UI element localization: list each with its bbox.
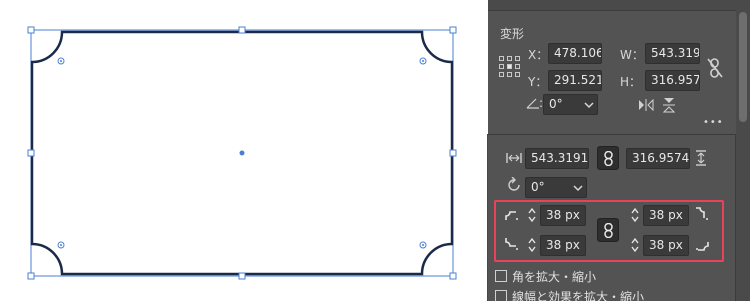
handle-mr [449, 149, 457, 157]
x-label: X： [528, 48, 549, 62]
height-icon [696, 150, 706, 166]
link-dimensions-button[interactable] [597, 146, 619, 170]
unlink-icon[interactable] [707, 57, 723, 79]
link-icon [604, 151, 613, 166]
section-title: 変形 [500, 27, 525, 41]
handle-br [449, 272, 457, 280]
link-icon [604, 223, 613, 238]
y-field[interactable]: 291.521 [548, 70, 602, 91]
shape-properties-popup: 543.3191 316.9574 0° 38 px 38 px 38 px 3… [488, 134, 736, 301]
width-icon [506, 153, 522, 163]
scale-strokes-checkbox[interactable] [495, 290, 507, 301]
scale-corners-checkbox[interactable] [495, 270, 507, 282]
corner-bl-field[interactable]: 38 px [540, 235, 586, 256]
shape-width-field[interactable]: 543.3191 [525, 148, 589, 169]
chevron-down-icon [584, 102, 594, 109]
handle-tc [238, 26, 246, 34]
flip-horizontal-icon[interactable] [638, 99, 654, 111]
scrollbar-thumb[interactable] [739, 12, 747, 122]
corner-tr-stepper-icon[interactable] [630, 207, 640, 223]
angle-value: 0° [549, 97, 563, 111]
flip-vertical-icon[interactable] [663, 97, 675, 113]
h-field[interactable]: 316.9574 [645, 70, 700, 91]
rotate-icon [508, 177, 520, 191]
corner-type-br-icon[interactable] [695, 237, 709, 251]
rotation-value: 0° [531, 180, 545, 194]
corner-type-tr-icon[interactable] [695, 207, 709, 221]
handle-tr [449, 26, 457, 34]
handle-ml [27, 149, 35, 157]
center-point [239, 150, 245, 156]
shape-height-field[interactable]: 316.9574 [626, 148, 690, 169]
canvas-drawing [27, 26, 457, 280]
scale-strokes-label: 線幅と効果を拡大・縮小 [512, 290, 645, 301]
corner-br-field[interactable]: 38 px [643, 235, 689, 256]
chevron-down-icon [573, 185, 583, 192]
corner-type-bl-icon[interactable] [505, 237, 519, 251]
corner-tl-stepper-icon[interactable] [527, 207, 537, 223]
corner-tr-field[interactable]: 38 px [643, 205, 689, 226]
w-field[interactable]: 543.319 [645, 43, 700, 64]
corner-type-tl-icon[interactable] [505, 207, 519, 221]
corner-tl-field[interactable]: 38 px [540, 205, 586, 226]
reference-point-icon[interactable] [499, 56, 520, 77]
angle-dropdown[interactable]: 0° [543, 94, 598, 115]
x-field[interactable]: 478.106 [548, 43, 602, 64]
handle-bl [27, 272, 35, 280]
link-corners-button[interactable] [597, 218, 619, 242]
corner-bl-stepper-icon[interactable] [527, 237, 537, 253]
w-label: W： [620, 48, 644, 62]
rotation-dropdown[interactable]: 0° [525, 177, 587, 198]
handle-bc [238, 272, 246, 280]
panel-scrollbar[interactable] [736, 0, 750, 301]
angle-icon [526, 98, 539, 109]
artboard[interactable] [0, 0, 488, 301]
y-label: Y： [528, 75, 548, 89]
corner-br-stepper-icon[interactable] [630, 237, 640, 253]
panel-tab-strip [488, 0, 750, 11]
scale-corners-label: 角を拡大・縮小 [512, 270, 597, 284]
handle-tl [27, 26, 35, 34]
more-options-icon[interactable]: ••• [703, 117, 724, 128]
h-label: H： [620, 75, 642, 89]
